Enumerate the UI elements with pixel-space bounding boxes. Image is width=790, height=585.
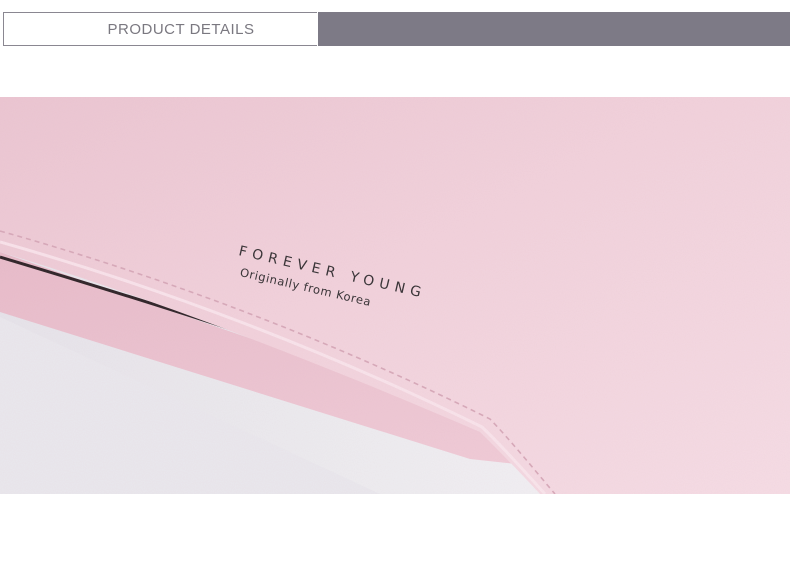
section-header-bar	[318, 12, 790, 46]
product-photo: FOREVER YOUNG Originally from Korea	[0, 97, 790, 494]
wallet-closeup-image: FOREVER YOUNG Originally from Korea	[0, 97, 790, 494]
section-title: PRODUCT DETAILS	[107, 21, 255, 38]
section-header: PRODUCT DETAILS	[3, 12, 790, 48]
